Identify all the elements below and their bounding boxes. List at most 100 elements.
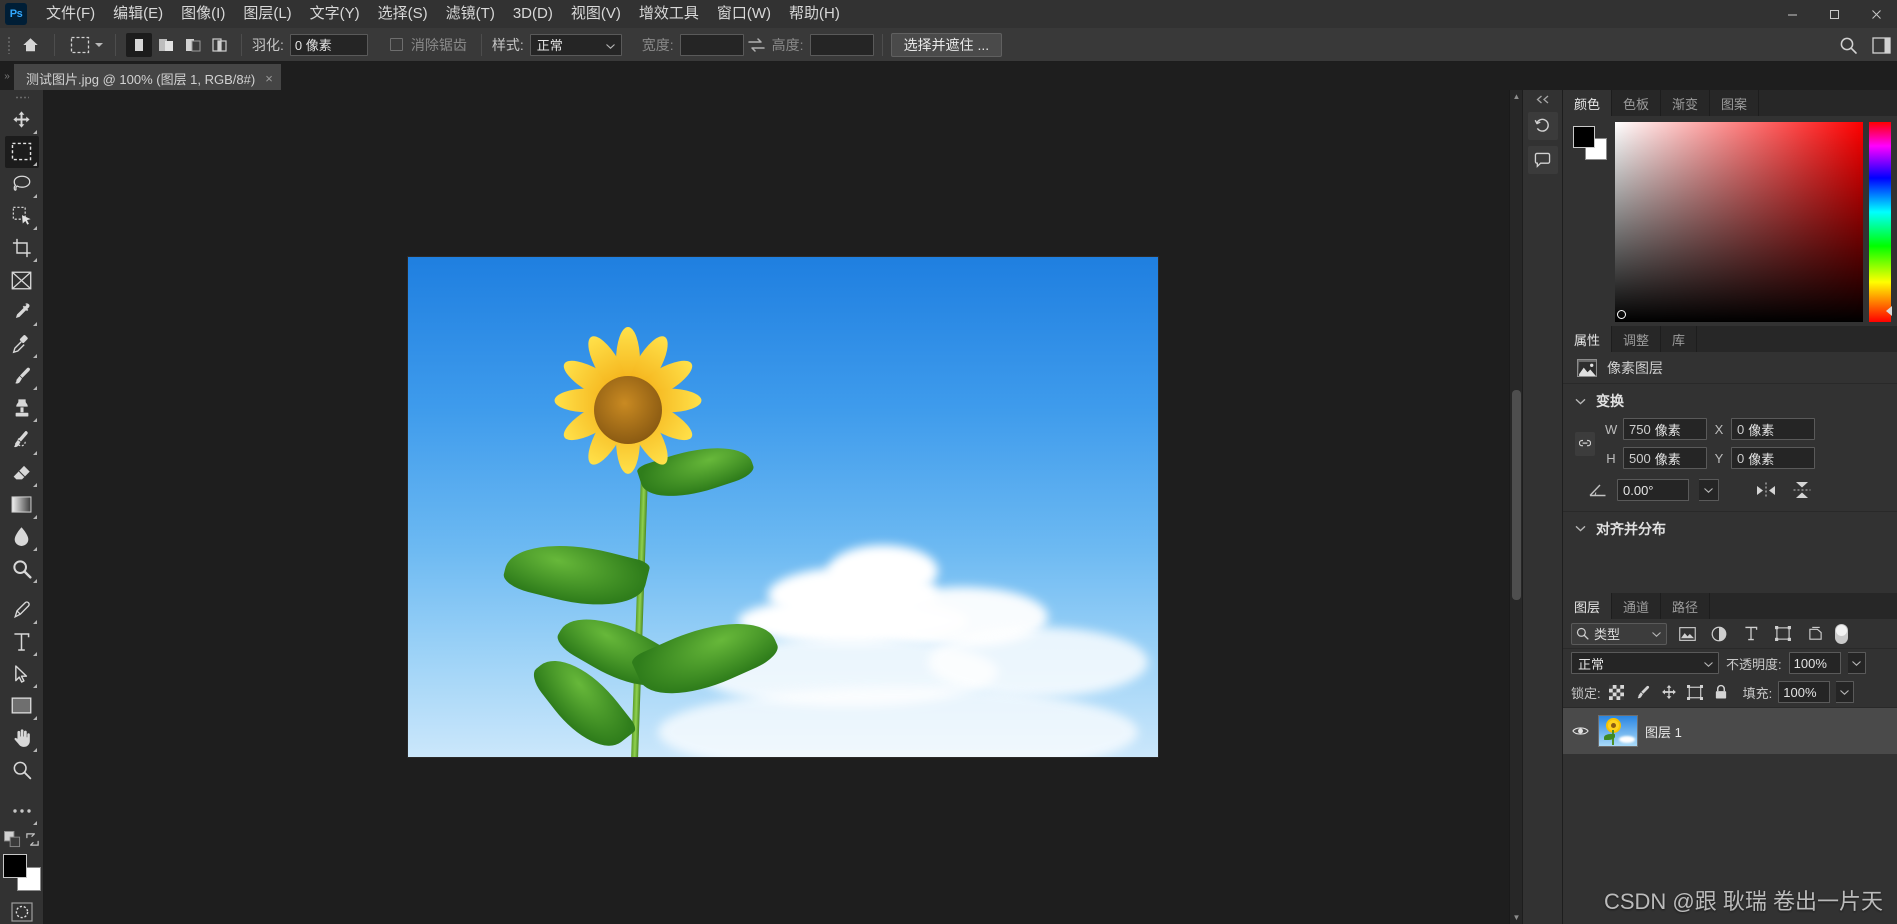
- tool-preset-picker[interactable]: [63, 33, 107, 57]
- history-panel-icon[interactable]: [1527, 112, 1558, 140]
- chevron-down-icon[interactable]: [95, 42, 103, 47]
- fill-input[interactable]: 100%: [1778, 681, 1831, 703]
- tab-channels[interactable]: 通道: [1612, 593, 1662, 619]
- layer-filter-kind-select[interactable]: 类型: [1571, 622, 1667, 645]
- hue-slider-handle[interactable]: [1886, 306, 1892, 316]
- menu-layer[interactable]: 图层(L): [234, 1, 300, 27]
- menu-image[interactable]: 图像(I): [172, 1, 234, 27]
- rectangular-marquee-tool[interactable]: [4, 135, 39, 168]
- toolbar-grip[interactable]: [12, 92, 32, 104]
- blend-mode-select[interactable]: 正常: [1571, 652, 1719, 674]
- layer-list[interactable]: 图层 1: [1563, 707, 1897, 924]
- layer-row[interactable]: 图层 1: [1563, 708, 1897, 754]
- adjustment-filter-icon[interactable]: [1707, 623, 1731, 645]
- menu-help[interactable]: 帮助(H): [780, 1, 849, 27]
- crop-tool[interactable]: [5, 232, 39, 264]
- lock-position-icon[interactable]: [1659, 682, 1679, 702]
- height-input[interactable]: [809, 33, 874, 56]
- pen-tool[interactable]: [5, 594, 39, 626]
- scroll-up-arrow[interactable]: ▲: [1510, 90, 1523, 103]
- eye-icon[interactable]: [1569, 725, 1591, 737]
- style-select[interactable]: 正常: [529, 33, 622, 56]
- angle-input[interactable]: 0.00°: [1617, 479, 1689, 501]
- link-wh-icon[interactable]: [1573, 418, 1597, 469]
- eyedropper-tool[interactable]: [5, 296, 39, 328]
- tab-libraries[interactable]: 库: [1661, 326, 1698, 352]
- document-canvas[interactable]: [408, 257, 1158, 757]
- y-input[interactable]: 0 像素: [1731, 447, 1815, 469]
- close-icon[interactable]: ×: [265, 71, 273, 86]
- layer-name[interactable]: 图层 1: [1645, 722, 1682, 741]
- horizontal-type-tool[interactable]: [5, 626, 39, 658]
- foreground-color-swatch[interactable]: [1573, 126, 1595, 148]
- home-icon[interactable]: [14, 32, 46, 58]
- frame-tool[interactable]: [5, 264, 39, 296]
- lasso-tool[interactable]: [5, 168, 39, 200]
- rectangle-tool[interactable]: [5, 690, 39, 722]
- brush-tool[interactable]: [5, 360, 39, 392]
- menu-edit[interactable]: 编辑(E): [104, 1, 172, 27]
- dodge-tool[interactable]: [5, 553, 39, 585]
- color-picker-handle[interactable]: [1617, 310, 1626, 319]
- spot-healing-brush-tool[interactable]: [5, 328, 39, 360]
- transform-section-header[interactable]: 变换: [1563, 384, 1897, 418]
- document-tab[interactable]: 测试图片.jpg @ 100% (图层 1, RGB/8#) ×: [14, 64, 281, 90]
- canvas-scrollbar[interactable]: ▲ ▼: [1509, 90, 1522, 924]
- eraser-tool[interactable]: [5, 457, 39, 489]
- path-selection-tool[interactable]: [5, 658, 39, 690]
- width-input[interactable]: 750 像素: [1623, 418, 1707, 440]
- tab-bar-grip[interactable]: »: [0, 62, 14, 90]
- options-bar-grip[interactable]: [4, 32, 14, 58]
- subtract-from-selection-button[interactable]: [180, 33, 206, 57]
- flip-horizontal-icon[interactable]: [1753, 479, 1779, 501]
- hue-slider[interactable]: [1869, 122, 1892, 322]
- tab-layers[interactable]: 图层: [1563, 593, 1613, 619]
- color-swatches[interactable]: [2, 853, 41, 891]
- scroll-down-arrow[interactable]: ▼: [1510, 911, 1523, 924]
- move-tool[interactable]: [5, 104, 39, 136]
- angle-dropdown[interactable]: [1699, 479, 1719, 501]
- pixel-filter-icon[interactable]: [1675, 623, 1699, 645]
- tab-properties[interactable]: 属性: [1563, 326, 1613, 352]
- menu-filter[interactable]: 滤镜(T): [437, 1, 504, 27]
- quick-mask-icon[interactable]: [10, 901, 34, 924]
- blur-tool[interactable]: [5, 521, 39, 553]
- fill-dropdown[interactable]: [1836, 681, 1855, 703]
- canvas-area[interactable]: ▲ ▼: [44, 90, 1522, 924]
- menu-select[interactable]: 选择(S): [369, 1, 437, 27]
- hand-tool[interactable]: [5, 722, 39, 754]
- lock-transparent-pixels-icon[interactable]: [1607, 682, 1627, 702]
- layer-filter-toggle[interactable]: [1835, 623, 1851, 645]
- tab-paths[interactable]: 路径: [1661, 593, 1711, 619]
- gradient-tool[interactable]: [5, 489, 39, 521]
- collapse-panels-icon[interactable]: [1523, 92, 1563, 106]
- opacity-input[interactable]: 100%: [1788, 652, 1841, 674]
- new-selection-button[interactable]: [126, 32, 152, 57]
- menu-type[interactable]: 文字(Y): [301, 1, 369, 27]
- minimize-button[interactable]: [1771, 0, 1813, 28]
- tab-adjustments[interactable]: 调整: [1612, 326, 1662, 352]
- maximize-restore-button[interactable]: [1813, 0, 1855, 28]
- tab-gradients[interactable]: 渐变: [1661, 90, 1711, 116]
- menu-file[interactable]: 文件(F): [37, 1, 104, 27]
- shape-filter-icon[interactable]: [1771, 623, 1795, 645]
- swap-dimensions-icon[interactable]: [744, 37, 770, 52]
- antialias-checkbox[interactable]: [389, 38, 403, 51]
- width-input[interactable]: [679, 33, 744, 56]
- lock-artboard-nesting-icon[interactable]: [1685, 682, 1705, 702]
- menu-window[interactable]: 窗口(W): [708, 1, 780, 27]
- menu-plugins[interactable]: 增效工具: [630, 1, 708, 27]
- opacity-dropdown[interactable]: [1847, 652, 1866, 674]
- clone-stamp-tool[interactable]: [5, 392, 39, 424]
- align-distribute-section-header[interactable]: 对齐并分布: [1563, 511, 1897, 545]
- layer-thumbnail[interactable]: [1598, 715, 1638, 747]
- add-to-selection-button[interactable]: [153, 33, 179, 57]
- search-icon[interactable]: [1839, 36, 1858, 55]
- default-colors-icon[interactable]: [3, 830, 21, 848]
- menu-view[interactable]: 视图(V): [562, 1, 630, 27]
- smartobject-filter-icon[interactable]: [1803, 623, 1827, 645]
- quick-selection-tool[interactable]: [5, 200, 39, 232]
- feather-input[interactable]: 0 像素: [289, 33, 368, 56]
- flip-vertical-icon[interactable]: [1789, 479, 1815, 501]
- x-input[interactable]: 0 像素: [1731, 418, 1815, 440]
